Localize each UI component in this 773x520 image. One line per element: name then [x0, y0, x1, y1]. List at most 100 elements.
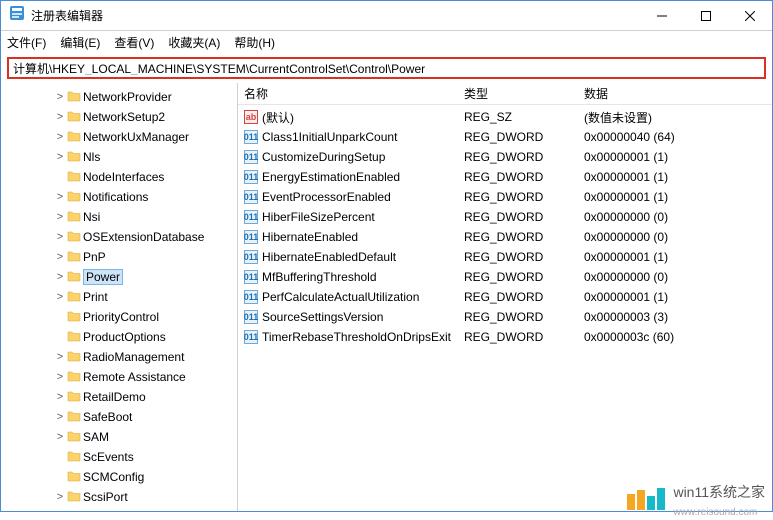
value-row[interactable]: 011CustomizeDuringSetupREG_DWORD0x000000…	[238, 147, 772, 167]
tree-node-radiomanagement[interactable]: >RadioManagement	[3, 347, 237, 367]
value-row[interactable]: 011MfBufferingThresholdREG_DWORD0x000000…	[238, 267, 772, 287]
value-type-icon: 011	[244, 130, 258, 144]
value-type: REG_DWORD	[464, 330, 584, 344]
tree-label: ProductOptions	[83, 330, 166, 344]
value-row[interactable]: 011EventProcessorEnabledREG_DWORD0x00000…	[238, 187, 772, 207]
value-name: EventProcessorEnabled	[262, 190, 391, 204]
value-row[interactable]: 011HibernateEnabledDefaultREG_DWORD0x000…	[238, 247, 772, 267]
registry-tree[interactable]: >NetworkProvider>NetworkSetup2>NetworkUx…	[1, 83, 238, 511]
values-list: 名称 类型 数据 ab(默认)REG_SZ(数值未设置) 011 Class1Ini…	[238, 83, 772, 511]
expand-icon[interactable]: >	[53, 231, 67, 243]
value-name: Class1InitialUnparkCount	[262, 130, 397, 144]
menu-help[interactable]: 帮助(H)	[234, 34, 275, 51]
expand-icon[interactable]: >	[53, 271, 67, 283]
value-type-icon: ab	[244, 110, 258, 124]
tree-label: ScEvents	[83, 450, 134, 464]
folder-icon	[67, 309, 81, 326]
expand-icon[interactable]: >	[53, 431, 67, 443]
tree-node-networkuxmanager[interactable]: > NetworkUxManager	[3, 127, 237, 147]
folder-icon	[67, 449, 81, 466]
expand-icon[interactable]: >	[53, 211, 67, 223]
value-row[interactable]: 011HiberFileSizePercentREG_DWORD0x000000…	[238, 207, 772, 227]
value-data: 0x00000001 (1)	[584, 190, 772, 204]
menu-favorites[interactable]: 收藏夹(A)	[168, 34, 220, 51]
expand-icon[interactable]: >	[53, 191, 67, 203]
tree-node-prioritycontrol[interactable]: PriorityControl	[3, 307, 237, 327]
tree-label: OSExtensionDatabase	[83, 230, 204, 244]
app-icon	[9, 5, 25, 26]
value-data: 0x00000001 (1)	[584, 250, 772, 264]
watermark-url: www.reisound.com	[673, 507, 757, 518]
value-type-icon: 011	[244, 230, 258, 244]
titlebar: 注册表编辑器	[1, 1, 772, 31]
col-data[interactable]: 数据	[584, 85, 772, 102]
value-row[interactable]: 011TimerRebaseThresholdOnDripsExitREG_DW…	[238, 327, 772, 347]
expand-icon[interactable]: >	[53, 391, 67, 403]
tree-node-scevents[interactable]: ScEvents	[3, 447, 237, 467]
tree-node-pnp[interactable]: >PnP	[3, 247, 237, 267]
expand-icon[interactable]: >	[53, 411, 67, 423]
folder-icon	[67, 429, 81, 446]
expand-icon[interactable]: >	[53, 131, 67, 143]
value-type: REG_DWORD	[464, 290, 584, 304]
tree-node-sam[interactable]: > SAM	[3, 427, 237, 447]
value-type: REG_DWORD	[464, 170, 584, 184]
value-row[interactable]: 011PerfCalculateActualUtilizationREG_DWO…	[238, 287, 772, 307]
expand-icon[interactable]: >	[53, 291, 67, 303]
maximize-button[interactable]	[684, 1, 728, 30]
menu-edit[interactable]: 编辑(E)	[60, 34, 100, 51]
value-row[interactable]: 011HibernateEnabledREG_DWORD0x00000000 (…	[238, 227, 772, 247]
folder-icon	[67, 289, 81, 306]
tree-node-nsi[interactable]: >Nsi	[3, 207, 237, 227]
tree-node-notifications[interactable]: >Notifications	[3, 187, 237, 207]
value-type: REG_DWORD	[464, 210, 584, 224]
expand-icon[interactable]: >	[53, 251, 67, 263]
tree-node-osextensiondatabase[interactable]: > OSExtensionDatabase	[3, 227, 237, 247]
value-row[interactable]: 011Class1InitialUnparkCountREG_DWORD0x00…	[238, 127, 772, 147]
folder-icon	[67, 469, 81, 486]
tree-node-nodeinterfaces[interactable]: NodeInterfaces	[3, 167, 237, 187]
expand-icon[interactable]: >	[53, 351, 67, 363]
list-columns: 名称 类型 数据	[238, 83, 772, 105]
value-name: TimerRebaseThresholdOnDripsExit	[262, 330, 451, 344]
menu-view[interactable]: 查看(V)	[114, 34, 154, 51]
tree-node-remote-assistance[interactable]: >Remote Assistance	[3, 367, 237, 387]
value-type: REG_SZ	[464, 110, 584, 124]
tree-node-networksetup2[interactable]: >NetworkSetup2	[3, 107, 237, 127]
tree-label: SAM	[83, 430, 109, 444]
tree-node-productoptions[interactable]: ProductOptions	[3, 327, 237, 347]
minimize-button[interactable]	[640, 1, 684, 30]
expand-icon[interactable]: >	[53, 151, 67, 163]
folder-icon	[67, 389, 81, 406]
tree-node-nls[interactable]: >Nls	[3, 147, 237, 167]
tree-label: NetworkUxManager	[83, 130, 189, 144]
close-button[interactable]	[728, 1, 772, 30]
tree-node-scsiport[interactable]: >ScsiPort	[3, 487, 237, 507]
value-data: 0x00000040 (64)	[584, 130, 772, 144]
expand-icon[interactable]: >	[53, 111, 67, 123]
tree-node-power[interactable]: > Power	[3, 267, 237, 287]
tree-node-networkprovider[interactable]: >NetworkProvider	[3, 87, 237, 107]
folder-icon	[67, 169, 81, 186]
menu-file[interactable]: 文件(F)	[7, 34, 46, 51]
value-row[interactable]: 011EnergyEstimationEnabledREG_DWORD0x000…	[238, 167, 772, 187]
value-data: 0x00000000 (0)	[584, 230, 772, 244]
expand-icon[interactable]: >	[53, 491, 67, 503]
tree-node-safeboot[interactable]: > SafeBoot	[3, 407, 237, 427]
expand-icon[interactable]: >	[53, 371, 67, 383]
tree-node-print[interactable]: >Print	[3, 287, 237, 307]
tree-label: Power	[83, 269, 123, 285]
folder-icon	[67, 329, 81, 346]
expand-icon[interactable]: >	[53, 91, 67, 103]
col-name[interactable]: 名称	[244, 85, 464, 102]
address-input[interactable]	[13, 61, 760, 75]
col-type[interactable]: 类型	[464, 85, 584, 102]
value-row[interactable]: 011SourceSettingsVersionREG_DWORD0x00000…	[238, 307, 772, 327]
tree-node-retaildemo[interactable]: >RetailDemo	[3, 387, 237, 407]
value-name: CustomizeDuringSetup	[262, 150, 385, 164]
tree-node-scmconfig[interactable]: SCMConfig	[3, 467, 237, 487]
value-type-icon: 011	[244, 190, 258, 204]
tree-label: SafeBoot	[83, 410, 132, 424]
value-row[interactable]: ab(默认)REG_SZ(数值未设置)	[238, 107, 772, 127]
address-bar[interactable]	[7, 57, 766, 79]
